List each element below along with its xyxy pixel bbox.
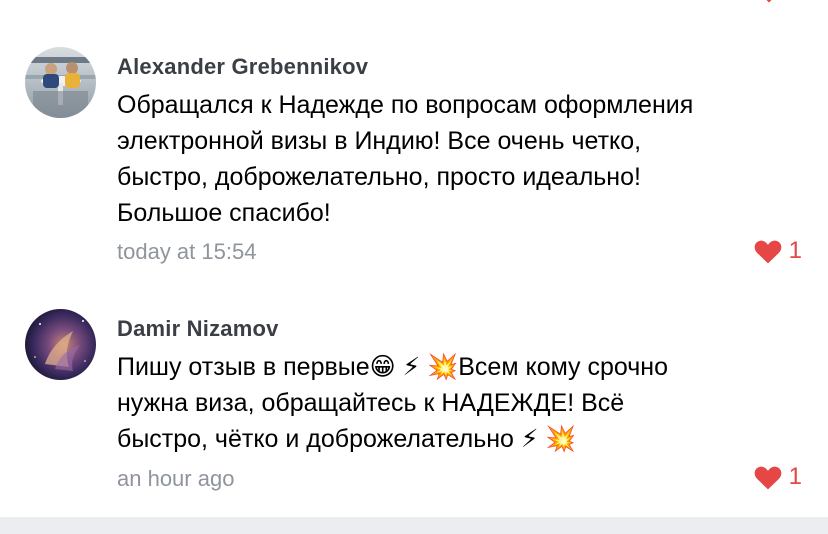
like-button[interactable]: 1 [753,237,802,265]
comment-author[interactable]: Alexander Grebennikov [117,54,368,80]
avatar[interactable] [25,47,96,118]
footer-separator [0,517,828,534]
previous-like-heart-icon[interactable] [760,0,778,4]
like-count: 1 [788,237,802,264]
like-count: 1 [788,463,802,490]
comment-timestamp[interactable]: an hour ago [117,466,234,492]
heart-icon [753,464,783,490]
comment-author[interactable]: Damir Nizamov [117,316,279,342]
comment-text: Пишу отзыв в первые😁 ⚡ 💥Всем кому срочно… [117,353,669,453]
comment-text: Обращался к Надежде по вопросам оформлен… [117,91,694,227]
like-button[interactable]: 1 [753,463,802,491]
avatar[interactable] [25,309,96,380]
heart-icon [753,238,783,264]
comment-timestamp[interactable]: today at 15:54 [117,239,256,265]
